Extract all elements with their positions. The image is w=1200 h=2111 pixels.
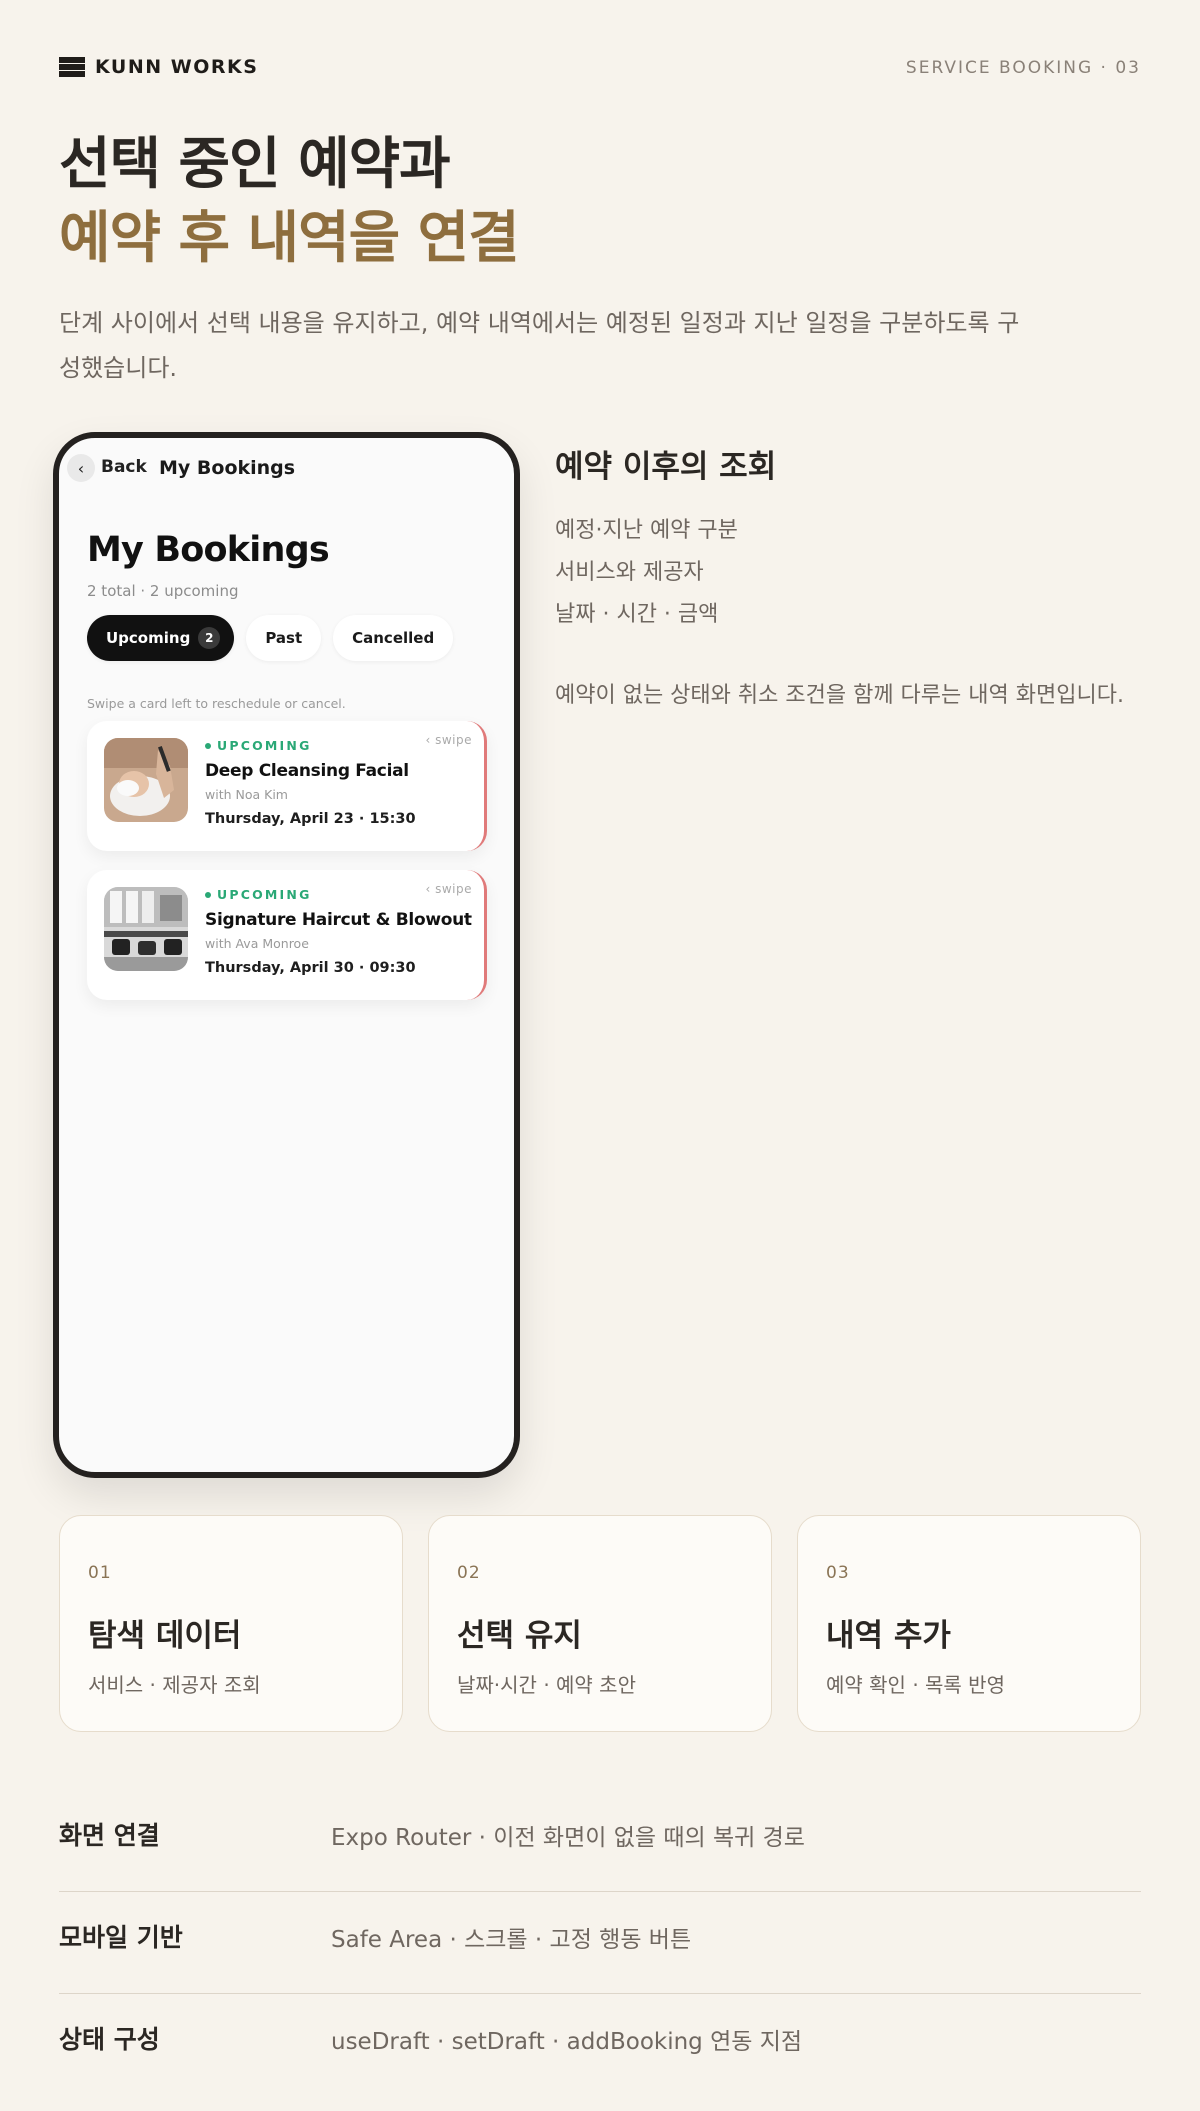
- hero-description: 단계 사이에서 선택 내용을 유지하고, 예약 내역에서는 예정된 일정과 지난…: [59, 309, 1020, 382]
- facial-treatment-photo: [104, 738, 188, 822]
- tab-cancelled-label: Cancelled: [352, 629, 435, 647]
- side-feature-item: 서비스와 제공자: [555, 560, 704, 585]
- back-chevron-icon[interactable]: ‹: [67, 454, 95, 482]
- top-bar: KUNN WORKS SERVICE BOOKING · 03: [59, 56, 1141, 80]
- step-description: 날짜·시간 · 예약 초안: [457, 1673, 636, 1697]
- side-note: 예약이 없는 상태와 취소 조건을 함께 다루는 내역 화면입니다.: [555, 683, 1124, 708]
- page-title: My Bookings: [87, 530, 330, 570]
- brand-name: KUNN WORKS: [95, 56, 259, 78]
- status-dot-icon: [205, 891, 211, 898]
- info-key: 상태 구성: [59, 2025, 160, 2054]
- tab-upcoming-count: 2: [198, 627, 221, 649]
- hero-title-line2: 예약 후 내역을 연결: [59, 206, 520, 271]
- side-feature-list: 예정·지난 예약 구분 서비스와 제공자 날짜 · 시간 · 금액: [555, 510, 738, 636]
- info-row: 상태 구성 useDraft · setDraft · addBooking 연…: [59, 1994, 1141, 2096]
- step-card: 02 선택 유지 날짜·시간 · 예약 초안: [428, 1515, 772, 1732]
- hero-title-line1: 선택 중인 예약과: [59, 132, 451, 197]
- status-label: UPCOMING: [217, 887, 312, 902]
- tab-cancelled[interactable]: Cancelled: [333, 615, 454, 661]
- booking-card[interactable]: UPCOMING ‹ swipe Deep Cleansing Facial w…: [87, 721, 487, 851]
- nav-title: My Bookings: [159, 457, 296, 479]
- info-table: 화면 연결 Expo Router · 이전 화면이 없을 때의 복귀 경로 모…: [59, 1790, 1141, 2096]
- step-title: 내역 추가: [826, 1618, 951, 1654]
- info-row: 화면 연결 Expo Router · 이전 화면이 없을 때의 복귀 경로: [59, 1790, 1141, 1892]
- bookings-summary: 2 total · 2 upcoming: [87, 582, 239, 600]
- step-number: 02: [457, 1563, 481, 1583]
- info-value: Expo Router · 이전 화면이 없을 때의 복귀 경로: [331, 1825, 805, 1851]
- info-key: 화면 연결: [59, 1821, 160, 1850]
- tab-past-label: Past: [265, 629, 303, 647]
- side-feature-item: 날짜 · 시간 · 금액: [555, 602, 719, 627]
- swipe-indicator: ‹ swipe: [425, 733, 472, 747]
- booking-datetime: Thursday, April 23 · 15:30: [205, 811, 416, 827]
- info-key: 모바일 기반: [59, 1923, 183, 1952]
- step-description: 서비스 · 제공자 조회: [88, 1673, 261, 1697]
- info-value: useDraft · setDraft · addBooking 연동 지점: [331, 2029, 803, 2055]
- phone-mockup: ‹ Back My Bookings My Bookings 2 total ·…: [53, 432, 520, 1478]
- step-card: 01 탐색 데이터 서비스 · 제공자 조회: [59, 1515, 403, 1732]
- side-title: 예약 이후의 조회: [555, 449, 777, 485]
- status-label: UPCOMING: [217, 738, 312, 753]
- brand-logo[interactable]: KUNN WORKS: [59, 56, 258, 78]
- tab-upcoming[interactable]: Upcoming 2: [87, 615, 235, 661]
- step-title: 선택 유지: [457, 1618, 582, 1654]
- swipe-hint: Swipe a card left to reschedule or cance…: [87, 696, 346, 711]
- step-number: 01: [88, 1563, 112, 1583]
- step-title: 탐색 데이터: [88, 1618, 242, 1654]
- section-tag: SERVICE BOOKING · 03: [905, 58, 1141, 78]
- service-name: Deep Cleansing Facial: [205, 761, 409, 781]
- brand-mark-icon: [59, 57, 85, 77]
- swipe-indicator: ‹ swipe: [425, 882, 472, 896]
- provider-name: with Ava Monroe: [205, 936, 309, 951]
- side-feature-item: 예정·지난 예약 구분: [555, 518, 738, 543]
- booking-card[interactable]: UPCOMING ‹ swipe Signature Haircut & Blo…: [87, 870, 487, 1000]
- provider-name: with Noa Kim: [205, 787, 288, 802]
- salon-interior-photo: [104, 887, 188, 971]
- status-badge: UPCOMING: [205, 738, 312, 753]
- booking-datetime: Thursday, April 30 · 09:30: [205, 960, 416, 976]
- info-row: 모바일 기반 Safe Area · 스크롤 · 고정 행동 버튼: [59, 1892, 1141, 1994]
- status-dot-icon: [205, 742, 211, 749]
- info-value: Safe Area · 스크롤 · 고정 행동 버튼: [331, 1927, 692, 1953]
- booking-tabs: Upcoming 2 Past Cancelled: [87, 615, 454, 661]
- status-badge: UPCOMING: [205, 887, 312, 902]
- back-button[interactable]: Back: [101, 457, 147, 477]
- service-name: Signature Haircut & Blowout: [205, 910, 472, 930]
- step-number: 03: [826, 1563, 850, 1583]
- step-card: 03 내역 추가 예약 확인 · 목록 반영: [797, 1515, 1141, 1732]
- step-description: 예약 확인 · 목록 반영: [826, 1673, 1005, 1697]
- hero-title: 선택 중인 예약과 예약 후 내역을 연결: [59, 128, 520, 276]
- tab-past[interactable]: Past: [246, 615, 322, 661]
- phone-nav-bar: ‹ Back My Bookings: [59, 438, 514, 494]
- tab-upcoming-label: Upcoming: [106, 629, 191, 647]
